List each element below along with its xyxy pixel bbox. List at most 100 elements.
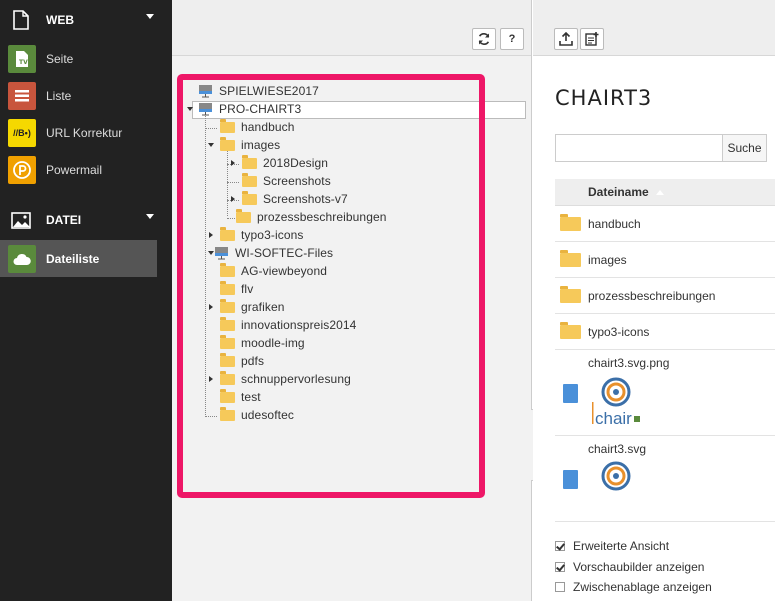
checkbox[interactable] (555, 541, 565, 551)
tree-line (227, 146, 228, 216)
folder-icon (220, 388, 235, 403)
file-thumbnail[interactable] (588, 458, 644, 514)
folder-icon (242, 190, 257, 205)
tree-node-folder[interactable]: pdfs (220, 352, 264, 370)
module-menu: WEB TV Seite Liste //B•) URL Korrektur P… (0, 0, 172, 601)
module-powermail[interactable]: Powermail (0, 151, 157, 188)
folder-row[interactable]: prozessbeschreibungen (555, 278, 775, 314)
folder-name: typo3-icons (588, 324, 650, 339)
folder-icon (242, 154, 257, 169)
tree-line (227, 182, 239, 183)
file-row[interactable]: chairt3.svg (555, 436, 775, 522)
tree-line (205, 416, 217, 417)
folder-icon (560, 213, 581, 231)
content-toolbar (533, 0, 775, 56)
folder-icon (220, 136, 235, 151)
folder-icon (220, 370, 235, 385)
module-liste[interactable]: Liste (0, 77, 157, 114)
search-button[interactable]: Suche (722, 134, 767, 162)
tree-node-folder[interactable]: typo3-icons (220, 226, 303, 244)
collapse-toggle[interactable] (187, 107, 193, 111)
tree-node-folder[interactable]: udesoftec (220, 406, 294, 424)
tree-node-folder[interactable]: prozessbeschreibungen (236, 208, 387, 226)
new-file-icon (585, 32, 599, 46)
tree-node-folder[interactable]: AG-viewbeyond (220, 262, 327, 280)
tree-node-mount[interactable]: PRO-CHAIRT3 (198, 100, 301, 118)
tree-node-folder[interactable]: 2018Design (242, 154, 328, 172)
chevron-down-icon[interactable] (146, 214, 154, 219)
tree-node-folder[interactable]: innovationspreis2014 (220, 316, 356, 334)
folder-row[interactable]: images (555, 242, 775, 278)
chair-logo-icon: chair (592, 377, 640, 428)
tree-node-folder[interactable]: flv (220, 280, 253, 298)
module-label: Liste (46, 88, 72, 103)
folder-tree-panel: ? SPIELWIESE2017 PRO-CHAIRT3 handbuch im… (172, 0, 532, 601)
option-extended-view[interactable]: Erweiterte Ansicht (555, 539, 669, 553)
folder-row[interactable]: handbuch (555, 206, 775, 242)
tree-node-mount[interactable]: SPIELWIESE2017 (198, 82, 319, 100)
search-input[interactable] (555, 134, 723, 162)
group-datei[interactable]: DATEI (0, 200, 172, 240)
folder-icon (220, 262, 235, 277)
filelist-module-icon (8, 244, 36, 273)
expand-toggle[interactable] (209, 376, 213, 382)
column-header-label: Dateiname (588, 185, 649, 199)
expand-toggle[interactable] (231, 160, 235, 166)
page-module-icon: TV (8, 44, 36, 73)
chevron-down-icon[interactable] (146, 14, 154, 19)
new-file-button[interactable] (580, 28, 604, 50)
folder-icon (560, 285, 581, 303)
module-seite[interactable]: TV Seite (0, 40, 157, 77)
file-table: Dateiname handbuch images prozessbeschre… (555, 179, 775, 522)
checkbox[interactable] (555, 562, 565, 572)
option-thumbnails[interactable]: Vorschaubilder anzeigen (555, 560, 704, 574)
tree-toolbar: ? (172, 0, 531, 56)
group-label: WEB (46, 13, 74, 27)
upload-button[interactable] (554, 28, 578, 50)
folder-row[interactable]: typo3-icons (555, 314, 775, 350)
tree-node-folder[interactable]: Screenshots-v7 (242, 190, 348, 208)
folder-name: images (588, 252, 627, 267)
option-label: Vorschaubilder anzeigen (573, 560, 705, 574)
tree-node-mount[interactable]: WI-SOFTEC-Files (214, 244, 333, 262)
page-icon (11, 10, 31, 30)
storage-icon (215, 247, 228, 260)
expand-toggle[interactable] (209, 304, 213, 310)
module-label: URL Korrektur (46, 125, 123, 140)
list-module-icon (8, 81, 36, 110)
refresh-button[interactable] (472, 28, 496, 50)
tree-node-folder[interactable]: images (220, 136, 280, 154)
group-web[interactable]: WEB (0, 0, 172, 40)
help-button[interactable]: ? (500, 28, 524, 50)
folder-icon (242, 172, 257, 187)
folder-icon (220, 118, 235, 133)
tree-node-folder[interactable]: Screenshots (242, 172, 331, 190)
tree-node-folder[interactable]: grafiken (220, 298, 285, 316)
column-header[interactable]: Dateiname (555, 179, 775, 206)
folder-icon (220, 406, 235, 421)
file-thumbnail[interactable]: chair (588, 372, 644, 428)
image-file-icon (563, 384, 578, 403)
tree-node-folder[interactable]: schnuppervorlesung (220, 370, 351, 388)
module-url-korrektur[interactable]: //B•) URL Korrektur (0, 114, 157, 151)
option-label: Zwischenablage anzeigen (573, 580, 712, 594)
tree-node-folder[interactable]: test (220, 388, 261, 406)
image-icon (11, 210, 31, 230)
tree-node-folder[interactable]: handbuch (220, 118, 295, 136)
checkbox[interactable] (555, 582, 565, 592)
tree-node-folder[interactable]: moodle-img (220, 334, 305, 352)
upload-icon (559, 32, 573, 46)
powermail-icon (8, 155, 36, 184)
file-name: chairt3.svg (588, 442, 647, 456)
expand-toggle[interactable] (231, 196, 235, 202)
collapse-toggle[interactable] (208, 143, 214, 147)
option-clipboard[interactable]: Zwischenablage anzeigen (555, 580, 712, 594)
expand-toggle[interactable] (209, 232, 213, 238)
file-row[interactable]: chairt3.svg.png chair (555, 350, 775, 436)
folder-name: handbuch (588, 216, 641, 231)
folder-icon (220, 280, 235, 295)
folder-icon (220, 298, 235, 313)
module-dateiliste[interactable]: Dateiliste (0, 240, 157, 277)
folder-icon (220, 334, 235, 349)
module-label: Powermail (46, 162, 103, 177)
